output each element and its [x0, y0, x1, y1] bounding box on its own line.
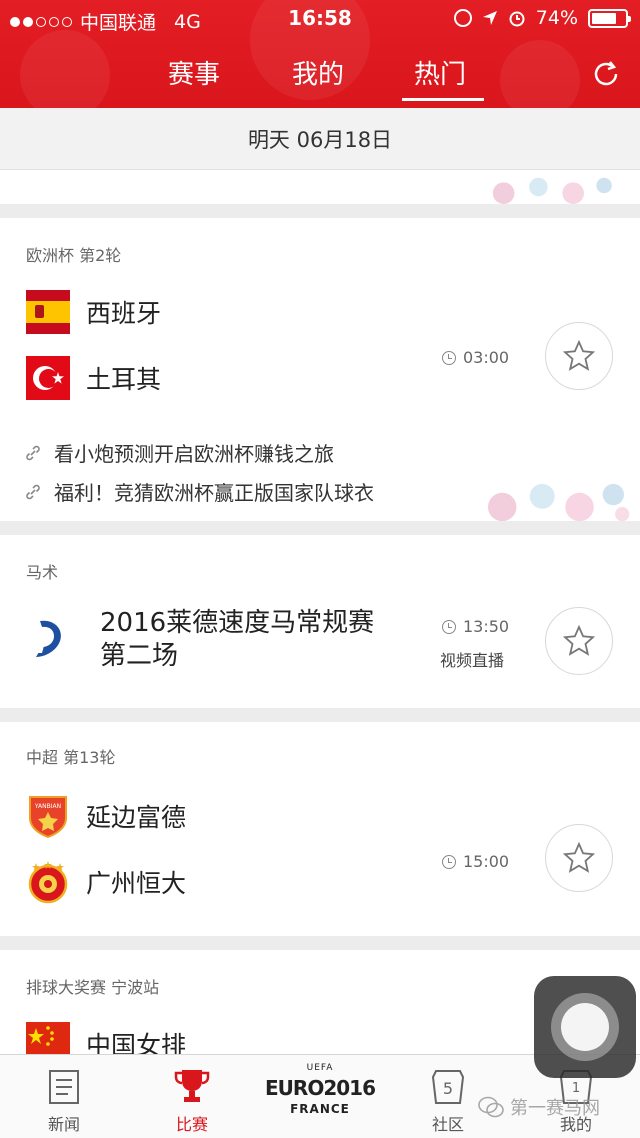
previous-card-stub	[0, 170, 640, 204]
match-time: 15:00	[442, 852, 509, 871]
video-live-label: 视频直播	[440, 651, 505, 670]
league-label: 欧洲杯 第2轮	[26, 246, 122, 265]
trophy-icon	[174, 1070, 210, 1102]
match-time: 03:00	[442, 348, 509, 367]
news-icon	[49, 1070, 79, 1104]
status-bar: 中国联通 4G 16:58 74%	[0, 0, 640, 38]
clock-icon	[442, 350, 456, 365]
tab-events[interactable]: 赛事	[168, 54, 220, 91]
event-card[interactable]: 马术 2016莱德速度马常规赛 第二场 13:50 视频直播	[0, 535, 640, 708]
euro2016-logo[interactable]: UEFA EURO2016 FRANCE	[262, 1061, 378, 1133]
team-name: 广州恒大	[86, 869, 187, 898]
event-card[interactable]: 欧洲杯 第2轮 西班牙 土耳其 03:00 看小炮预测开启欧洲杯赚钱之旅 福利！…	[0, 218, 640, 521]
euro-decoration	[492, 177, 612, 204]
team-row: 中国女排	[26, 1022, 186, 1054]
star-icon	[563, 340, 595, 371]
tab-mine[interactable]: 我的	[292, 54, 344, 91]
date-header: 明天 06月18日	[0, 108, 640, 170]
favorite-button[interactable]	[545, 607, 613, 675]
location-arrow-icon	[482, 11, 497, 25]
top-tab-bar: 赛事 我的 热门	[0, 48, 640, 101]
star-icon	[563, 842, 595, 873]
refresh-icon[interactable]	[590, 58, 622, 90]
orientation-lock-icon	[453, 9, 472, 27]
team-name: 延边富德	[86, 803, 187, 832]
watermark: 第一赛马网	[478, 1094, 600, 1120]
team-row: 西班牙	[26, 290, 161, 334]
app-header: 中国联通 4G 16:58 74% 赛事 我的 热门	[0, 0, 640, 108]
event-list: 明天 06月18日 欧洲杯 第2轮 西班牙 土耳其 03:00 看小炮预测开启欧…	[0, 108, 640, 1054]
clock-icon	[442, 619, 456, 634]
tab-matches[interactable]: 比赛	[142, 1055, 242, 1138]
team-name: 土耳其	[86, 365, 162, 394]
battery-icon	[588, 8, 631, 28]
favorite-button[interactable]	[545, 824, 613, 892]
china-flag-icon	[26, 1022, 70, 1054]
turkey-flag-icon	[26, 356, 70, 400]
yanbian-badge-icon: YANBIAN	[29, 796, 67, 838]
promo-link[interactable]: 看小炮预测开启欧洲杯赚钱之旅	[24, 438, 334, 467]
clock-icon	[442, 854, 456, 869]
event-card[interactable]: 中超 第13轮 YANBIAN 延边富德 广州恒大 15:00	[0, 722, 640, 936]
guangzhou-badge-icon	[28, 861, 68, 904]
link-icon	[26, 445, 40, 460]
match-time: 13:50	[442, 617, 509, 636]
link-icon	[26, 484, 40, 499]
league-label: 排球大奖赛 宁波站	[26, 978, 160, 997]
equestrian-logo-icon	[36, 620, 61, 657]
active-tab-indicator	[402, 98, 484, 101]
league-label: 中超 第13轮	[26, 748, 116, 767]
favorite-button[interactable]	[545, 322, 613, 390]
spain-flag-icon	[26, 290, 70, 334]
event-title: 2016莱德速度马常规赛 第二场	[100, 608, 375, 671]
svg-text:5: 5	[443, 1079, 453, 1098]
team-row: 广州恒大	[26, 860, 186, 904]
alarm-icon	[509, 11, 525, 27]
team-name: 中国女排	[86, 1031, 187, 1054]
badge-text: YANBIAN	[34, 803, 61, 810]
tab-hot[interactable]: 热门	[414, 54, 466, 91]
euro-decoration	[488, 483, 630, 521]
battery-percent: 74%	[535, 7, 578, 29]
promo-link[interactable]: 福利！竞猜欧洲杯赢正版国家队球衣	[24, 477, 374, 506]
team-name: 西班牙	[86, 299, 162, 328]
star-icon	[563, 625, 595, 656]
team-row: 土耳其	[26, 356, 161, 400]
community-shirt-icon: 5	[431, 1070, 465, 1104]
wechat-icon	[478, 1096, 504, 1118]
assistive-touch-button[interactable]	[534, 976, 636, 1078]
tab-news[interactable]: 新闻	[14, 1055, 114, 1138]
team-row: YANBIAN 延边富德	[26, 794, 186, 838]
league-label: 马术	[26, 563, 59, 582]
